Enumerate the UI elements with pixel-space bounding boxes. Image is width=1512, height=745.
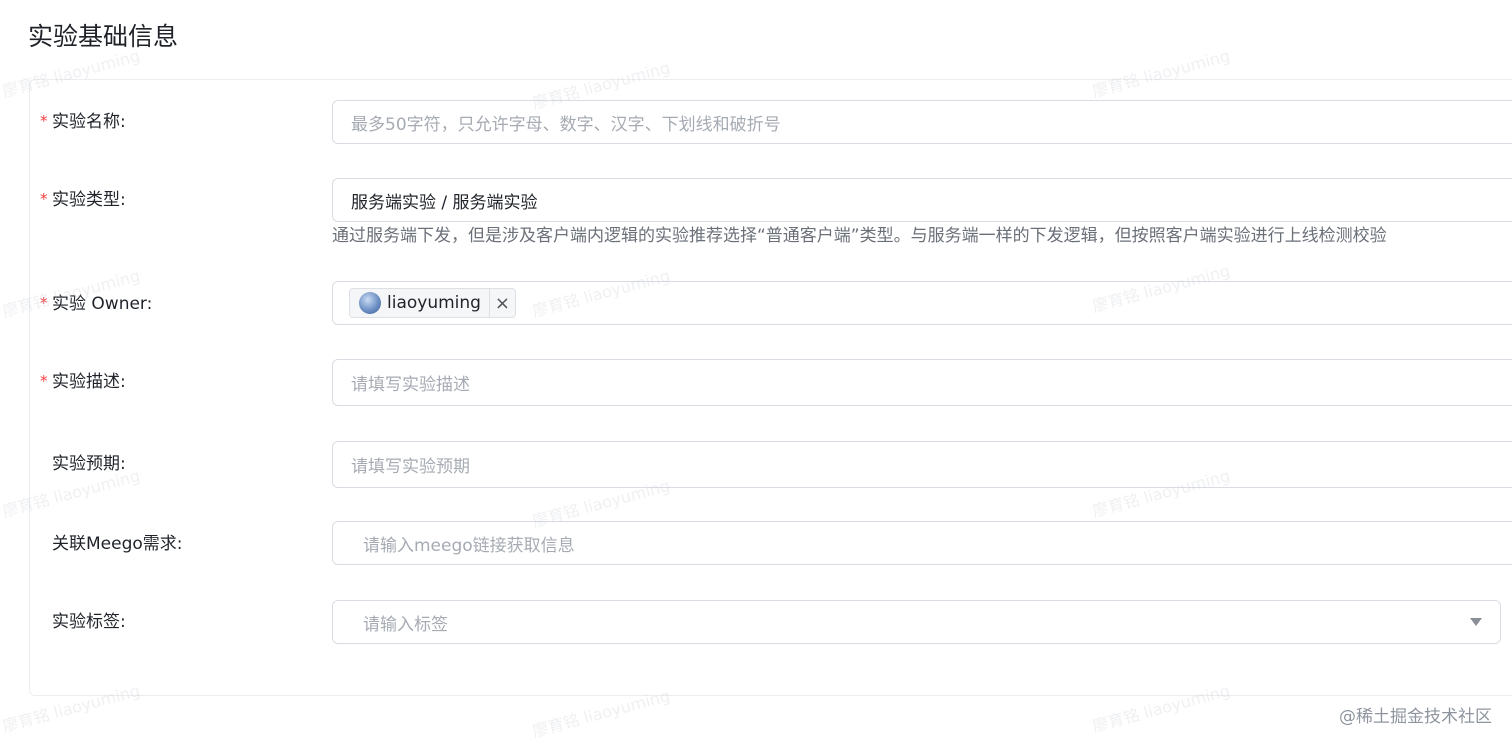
- experiment-type-selector[interactable]: 服务端实验 / 服务端实验: [332, 178, 1512, 222]
- experiment-name-placeholder: 最多50字符，只允许字母、数字、汉字、下划线和破折号: [351, 114, 781, 135]
- required-star: *: [40, 190, 48, 208]
- experiment-description-label: * 实验描述:: [40, 370, 126, 394]
- experiment-expectation-input[interactable]: 请填写实验预期: [332, 441, 1512, 488]
- owner-user-tag: liaoyuming ×: [349, 288, 516, 318]
- experiment-type-label: * 实验类型:: [40, 188, 126, 212]
- required-star: *: [40, 112, 48, 130]
- experiment-name-input[interactable]: 最多50字符，只允许字母、数字、汉字、下划线和破折号: [332, 100, 1512, 144]
- experiment-type-help: 通过服务端下发，但是涉及客户端内逻辑的实验推荐选择“普通客户端”类型。与服务端一…: [332, 226, 1387, 246]
- experiment-owner-label: * 实验 Owner:: [40, 292, 152, 316]
- meego-link-label: 关联Meego需求:: [52, 534, 183, 554]
- experiment-type-value: 服务端实验 / 服务端实验: [351, 192, 538, 213]
- meego-link-placeholder: 请输入meego链接获取信息: [363, 535, 575, 556]
- experiment-expectation-label: 实验预期:: [52, 454, 126, 474]
- caret-down-icon[interactable]: [1470, 618, 1482, 626]
- experiment-expectation-placeholder: 请填写实验预期: [351, 457, 470, 477]
- experiment-tags-select[interactable]: 请输入标签: [332, 600, 1501, 644]
- owner-user-tag-main: liaoyuming: [350, 289, 489, 317]
- brand-watermark: @稀土掘金技术社区: [1339, 707, 1492, 727]
- experiment-name-label: * 实验名称:: [40, 110, 126, 134]
- close-icon[interactable]: ×: [488, 289, 515, 317]
- user-avatar-icon: [359, 292, 381, 314]
- experiment-owner-input[interactable]: liaoyuming ×: [332, 281, 1512, 325]
- experiment-description-input[interactable]: 请填写实验描述: [332, 359, 1512, 406]
- page: 实验基础信息 * 实验名称: 最多50字符，只允许字母、数字、汉字、下划线和破折…: [0, 0, 1512, 745]
- section-title: 实验基础信息: [28, 22, 179, 51]
- required-star: *: [40, 372, 48, 390]
- required-star: *: [40, 294, 48, 312]
- experiment-description-placeholder: 请填写实验描述: [351, 375, 470, 395]
- experiment-tags-placeholder: 请输入标签: [363, 614, 448, 635]
- meego-link-input[interactable]: 请输入meego链接获取信息: [332, 521, 1512, 565]
- owner-username: liaoyuming: [387, 293, 481, 313]
- experiment-tags-label: 实验标签:: [52, 612, 126, 632]
